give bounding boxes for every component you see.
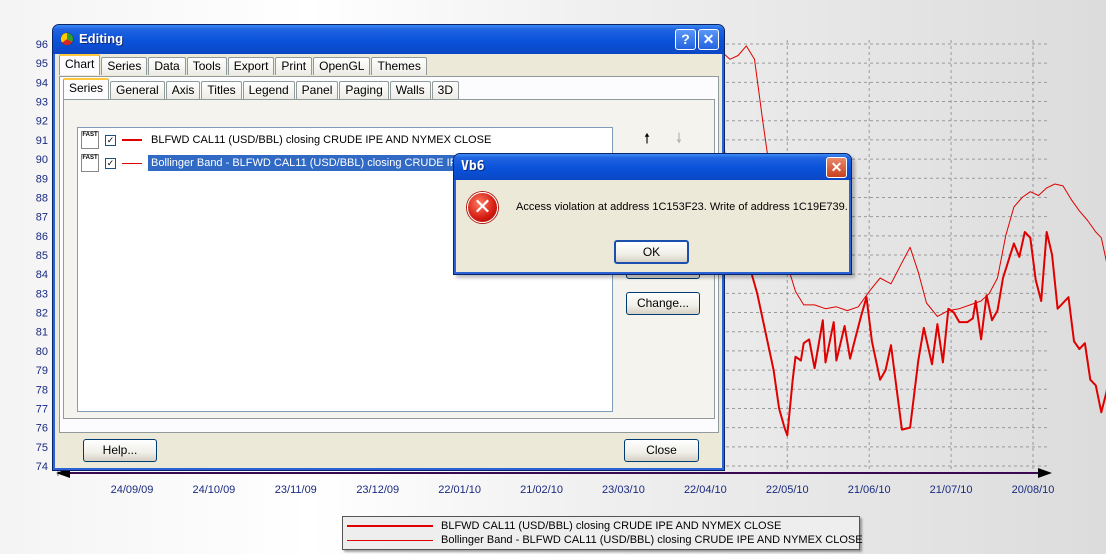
y-tick-label: 87 xyxy=(36,212,48,224)
x-tick-label: 21/02/10 xyxy=(520,484,563,496)
series-visible-checkbox[interactable]: ✓ xyxy=(105,157,116,169)
x-tick-label: 22/01/10 xyxy=(438,484,481,496)
x-tick-label: 23/11/09 xyxy=(275,484,317,496)
series-label[interactable]: BLFWD CAL11 (USD/BBL) closing CRUDE IPE … xyxy=(148,132,494,148)
close-title-button[interactable]: ✕ xyxy=(698,29,719,50)
y-tick-label: 78 xyxy=(36,384,48,396)
y-tick-label: 92 xyxy=(36,116,48,128)
error-dialog: Vb6 ✕ ✕ Access violation at address 1C15… xyxy=(453,153,852,275)
y-tick-label: 93 xyxy=(36,97,48,109)
tab-themes[interactable]: Themes xyxy=(371,57,427,75)
error-titlebar[interactable]: Vb6 ✕ xyxy=(454,154,851,180)
x-axis-right-arrow xyxy=(1038,468,1052,478)
subtab-paging[interactable]: Paging xyxy=(339,81,389,99)
y-tick-label: 74 xyxy=(36,461,48,473)
editing-titlebar[interactable]: Editing ? ✕ xyxy=(53,25,724,54)
help-title-button[interactable]: ? xyxy=(675,29,696,50)
x-tick-label: 21/06/10 xyxy=(848,484,891,496)
x-axis: 24/09/09 24/10/09 23/11/09 23/12/09 22/01/10… xyxy=(56,468,1054,496)
y-tick-label: 90 xyxy=(36,154,48,166)
x-tick-label: 21/07/10 xyxy=(930,484,973,496)
main-tabs: Chart Series Data Tools Export Print Ope… xyxy=(59,54,428,75)
subtab-3d[interactable]: 3D xyxy=(431,81,459,99)
x-tick-label: 22/04/10 xyxy=(684,484,727,496)
y-tick-label: 84 xyxy=(36,269,48,281)
y-tick-label: 80 xyxy=(36,346,48,358)
x-tick-label: 24/10/09 xyxy=(192,484,235,496)
series-line-swatch xyxy=(122,162,142,164)
help-button[interactable]: Help... xyxy=(83,439,157,462)
y-tick-label: 77 xyxy=(36,403,48,415)
change-button[interactable]: Change... xyxy=(626,292,700,315)
x-tick-label: 23/03/10 xyxy=(602,484,645,496)
series-line-swatch xyxy=(122,139,142,141)
y-tick-label: 91 xyxy=(36,135,48,147)
close-button[interactable]: Close xyxy=(624,439,699,462)
legend-label-series: BLFWD CAL11 (USD/BBL) closing CRUDE IPE … xyxy=(441,520,782,532)
chart-legend: BLFWD CAL11 (USD/BBL) closing CRUDE IPE … xyxy=(342,516,863,550)
tab-tools[interactable]: Tools xyxy=(186,57,227,75)
subtab-series[interactable]: Series xyxy=(63,78,110,99)
subtab-general[interactable]: General xyxy=(110,81,165,99)
tab-export[interactable]: Export xyxy=(227,57,275,75)
move-up-arrow-icon[interactable]: 🠕 xyxy=(640,131,654,147)
tab-series[interactable]: Series xyxy=(101,57,148,75)
x-tick-label: 24/09/09 xyxy=(111,484,154,496)
y-tick-label: 94 xyxy=(36,77,48,89)
teechart-app-icon xyxy=(60,32,74,46)
y-tick-label: 86 xyxy=(36,231,48,243)
ok-button[interactable]: OK xyxy=(614,240,689,264)
subtab-axis[interactable]: Axis xyxy=(165,81,201,99)
y-tick-label: 96 xyxy=(36,39,48,51)
sub-tabs: Series General Axis Titles Legend Panel … xyxy=(63,78,460,99)
y-tick-label: 75 xyxy=(36,442,48,454)
y-tick-label: 76 xyxy=(36,423,48,435)
legend-item-series: BLFWD CAL11 (USD/BBL) closing CRUDE IPE … xyxy=(347,519,781,533)
legend-swatch-bollinger xyxy=(347,539,433,541)
y-tick-label: 81 xyxy=(36,327,48,339)
tab-data[interactable]: Data xyxy=(148,57,186,75)
legend-label-bollinger: Bollinger Band - BLFWD CAL11 (USD/BBL) c… xyxy=(441,534,863,546)
series-visible-checkbox[interactable]: ✓ xyxy=(105,134,116,146)
error-title: Vb6 xyxy=(461,159,485,174)
subtab-walls[interactable]: Walls xyxy=(389,81,431,99)
y-tick-label: 88 xyxy=(36,192,48,204)
x-tick-label: 20/08/10 xyxy=(1012,484,1055,496)
subtab-panel[interactable]: Panel xyxy=(295,81,339,99)
y-tick-label: 89 xyxy=(36,173,48,185)
x-tick-label: 23/12/09 xyxy=(356,484,399,496)
y-tick-label: 79 xyxy=(36,365,48,377)
fastline-icon: FAST xyxy=(81,154,99,172)
legend-swatch-series xyxy=(347,525,433,527)
x-tick-label: 22/05/10 xyxy=(766,484,809,496)
tab-print[interactable]: Print xyxy=(275,57,313,75)
y-tick-label: 83 xyxy=(36,288,48,300)
fastline-icon: FAST xyxy=(81,131,99,149)
series-list-item[interactable]: FAST ✓ BLFWD CAL11 (USD/BBL) closing CRU… xyxy=(79,129,494,151)
editing-title: Editing xyxy=(79,31,124,46)
subtab-legend[interactable]: Legend xyxy=(242,81,295,99)
move-down-arrow-icon[interactable]: 🠗 xyxy=(672,131,686,147)
y-tick-label: 82 xyxy=(36,308,48,320)
y-tick-label: 95 xyxy=(36,58,48,70)
error-close-button[interactable]: ✕ xyxy=(826,157,847,178)
y-tick-label: 85 xyxy=(36,250,48,262)
subtab-titles[interactable]: Titles xyxy=(201,81,242,99)
tab-chart[interactable]: Chart xyxy=(59,54,101,75)
legend-item-bollinger: Bollinger Band - BLFWD CAL11 (USD/BBL) c… xyxy=(347,533,863,547)
error-message: Access violation at address 1C153F23. Wr… xyxy=(516,201,848,213)
tab-opengl[interactable]: OpenGL xyxy=(313,57,371,75)
error-icon: ✕ xyxy=(467,192,498,223)
